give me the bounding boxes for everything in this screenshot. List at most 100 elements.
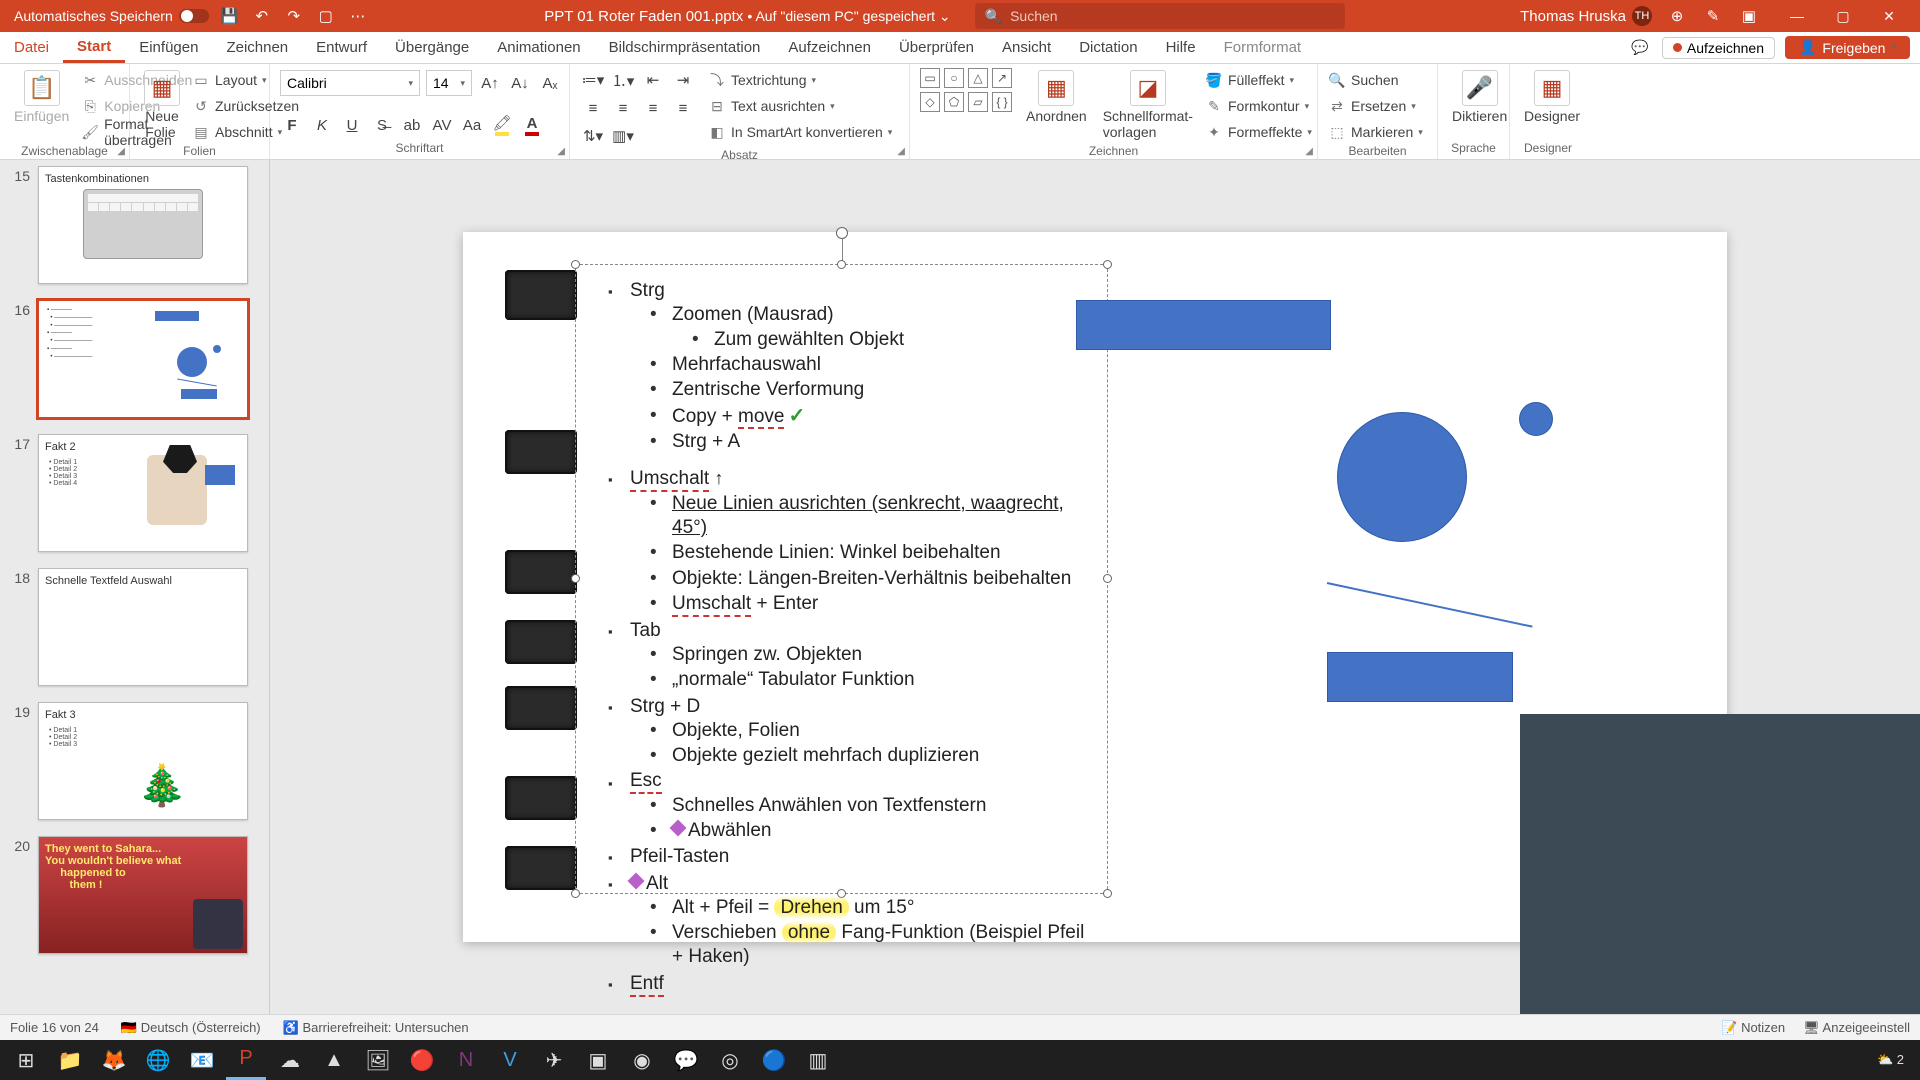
redo-icon[interactable]: ↷ bbox=[283, 5, 305, 27]
bullets-button[interactable]: ≔▾ bbox=[580, 68, 606, 92]
quick-styles-button[interactable]: ◪Schnellformat- vorlagen bbox=[1099, 68, 1197, 142]
resize-handle[interactable] bbox=[571, 574, 580, 583]
menu-entwurf[interactable]: Entwurf bbox=[302, 32, 381, 63]
firefox-icon[interactable]: 🦊 bbox=[94, 1040, 134, 1080]
menu-einfuegen[interactable]: Einfügen bbox=[125, 32, 212, 63]
menu-zeichnen[interactable]: Zeichnen bbox=[212, 32, 302, 63]
status-slide-count[interactable]: Folie 16 von 24 bbox=[10, 1020, 99, 1035]
app-icon[interactable]: 💬 bbox=[666, 1040, 706, 1080]
textbox-selection[interactable]: Strg Zoomen (Mausrad) Zum gewählten Obje… bbox=[575, 264, 1108, 894]
onenote-icon[interactable]: N bbox=[446, 1040, 486, 1080]
menu-start[interactable]: Start bbox=[63, 32, 125, 63]
font-color-button[interactable]: A bbox=[520, 113, 544, 137]
user-account[interactable]: Thomas Hruska TH bbox=[1520, 6, 1652, 26]
pen-icon[interactable]: ✎ bbox=[1702, 5, 1724, 27]
thumb-18[interactable]: 18 Schnelle Textfeld Auswahl bbox=[0, 562, 269, 696]
italic-button[interactable]: K bbox=[310, 113, 334, 137]
outlook-icon[interactable]: 📧 bbox=[182, 1040, 222, 1080]
app-icon[interactable]: ▥ bbox=[798, 1040, 838, 1080]
shape-rectangle-1[interactable] bbox=[1076, 300, 1331, 350]
rotate-handle[interactable] bbox=[836, 227, 848, 239]
resize-handle[interactable] bbox=[837, 260, 846, 269]
indent-dec-button[interactable]: ⇤ bbox=[640, 68, 666, 92]
slide-canvas[interactable]: Strg Zoomen (Mausrad) Zum gewählten Obje… bbox=[270, 160, 1920, 1014]
resize-handle[interactable] bbox=[1103, 260, 1112, 269]
org-icon[interactable]: ⊕ bbox=[1666, 5, 1688, 27]
maximize-button[interactable]: ▢ bbox=[1820, 0, 1866, 32]
columns-button[interactable]: ▥▾ bbox=[610, 124, 636, 148]
resize-handle[interactable] bbox=[571, 260, 580, 269]
effects-button[interactable]: ✦Formeffekte▾ bbox=[1205, 120, 1312, 144]
align-text-button[interactable]: ⊟Text ausrichten▾ bbox=[708, 94, 892, 118]
case-button[interactable]: Aa bbox=[460, 113, 484, 137]
app-icon[interactable]: 🖼 bbox=[358, 1040, 398, 1080]
shape-circle-large[interactable] bbox=[1337, 412, 1467, 542]
numbering-button[interactable]: ⒈▾ bbox=[610, 68, 636, 92]
thumb-16[interactable]: 16 ▪ ───── • ───────── • ─────────▪ ────… bbox=[0, 294, 269, 428]
outline-button[interactable]: ✎Formkontur▾ bbox=[1205, 94, 1312, 118]
new-slide-button[interactable]: ▦Neue Folie bbox=[140, 68, 184, 142]
chrome-icon[interactable]: 🌐 bbox=[138, 1040, 178, 1080]
justify-button[interactable]: ≡ bbox=[670, 96, 696, 120]
menu-datei[interactable]: Datei bbox=[0, 32, 63, 63]
app-icon[interactable]: ▣ bbox=[578, 1040, 618, 1080]
menu-ueberpruefen[interactable]: Überprüfen bbox=[885, 32, 988, 63]
shape-rectangle-2[interactable] bbox=[1327, 652, 1513, 702]
align-right-button[interactable]: ≡ bbox=[640, 96, 666, 120]
indent-inc-button[interactable]: ⇥ bbox=[670, 68, 696, 92]
vscode-icon[interactable]: V bbox=[490, 1040, 530, 1080]
thumb-17[interactable]: 17 Fakt 2 • Detail 1• Detail 2• Detail 3… bbox=[0, 428, 269, 562]
minimize-button[interactable]: — bbox=[1774, 0, 1820, 32]
textbox-content[interactable]: Strg Zoomen (Mausrad) Zum gewählten Obje… bbox=[576, 265, 1107, 1009]
designer-button[interactable]: ▦Designer bbox=[1520, 68, 1584, 126]
spacing-button[interactable]: AV bbox=[430, 113, 454, 137]
explorer-icon[interactable]: 📁 bbox=[50, 1040, 90, 1080]
save-location[interactable]: • Auf "diesem PC" gespeichert ⌄ bbox=[747, 8, 950, 24]
save-icon[interactable]: 💾 bbox=[219, 5, 241, 27]
font-size-select[interactable]: 14▾ bbox=[426, 70, 472, 96]
menu-ansicht[interactable]: Ansicht bbox=[988, 32, 1065, 63]
arrange-button[interactable]: ▦Anordnen bbox=[1022, 68, 1091, 126]
status-accessibility[interactable]: ♿ Barrierefreiheit: Untersuchen bbox=[283, 1020, 469, 1036]
highlight-button[interactable]: 🖍 bbox=[490, 113, 514, 137]
app-icon[interactable]: 🔴 bbox=[402, 1040, 442, 1080]
status-notes[interactable]: 📝 Notizen bbox=[1721, 1020, 1785, 1036]
text-direction-button[interactable]: ⤵Textrichtung▾ bbox=[708, 68, 892, 92]
more-icon[interactable]: ⋯ bbox=[347, 5, 369, 27]
align-left-button[interactable]: ≡ bbox=[580, 96, 606, 120]
app-icon[interactable]: ☁ bbox=[270, 1040, 310, 1080]
menu-hilfe[interactable]: Hilfe bbox=[1152, 32, 1210, 63]
font-name-select[interactable]: Calibri▾ bbox=[280, 70, 420, 96]
app-icon[interactable]: ◉ bbox=[622, 1040, 662, 1080]
telegram-icon[interactable]: ✈ bbox=[534, 1040, 574, 1080]
status-language[interactable]: 🇩🇪 Deutsch (Österreich) bbox=[121, 1020, 261, 1036]
share-button[interactable]: 👤Freigeben▾ bbox=[1785, 36, 1910, 59]
linespacing-button[interactable]: ⇅▾ bbox=[580, 124, 606, 148]
smartart-button[interactable]: ◧In SmartArt konvertieren▾ bbox=[708, 120, 892, 144]
powerpoint-icon[interactable]: P bbox=[226, 1040, 266, 1080]
thumb-19[interactable]: 19 Fakt 3 • Detail 1• Detail 2• Detail 3… bbox=[0, 696, 269, 830]
thumb-20[interactable]: 20 They went to Sahara...You wouldn't be… bbox=[0, 830, 269, 964]
record-button[interactable]: Aufzeichnen bbox=[1662, 37, 1775, 59]
strike-button[interactable]: S̶ bbox=[370, 113, 394, 137]
align-center-button[interactable]: ≡ bbox=[610, 96, 636, 120]
close-button[interactable]: ✕ bbox=[1866, 0, 1912, 32]
menu-animationen[interactable]: Animationen bbox=[483, 32, 594, 63]
window-icon[interactable]: ▣ bbox=[1738, 5, 1760, 27]
menu-uebergaenge[interactable]: Übergänge bbox=[381, 32, 483, 63]
dictate-button[interactable]: 🎤Diktieren bbox=[1448, 68, 1511, 126]
menu-aufzeichnen[interactable]: Aufzeichnen bbox=[774, 32, 885, 63]
shapes-gallery[interactable]: ▭○△↗ ◇⬠▱{ } bbox=[920, 68, 1014, 114]
slide-thumbnails[interactable]: 15 Tastenkombinationen 16 ▪ ───── • ────… bbox=[0, 160, 270, 1014]
thumb-15[interactable]: 15 Tastenkombinationen bbox=[0, 160, 269, 294]
grow-font-icon[interactable]: A↑ bbox=[478, 71, 502, 95]
shrink-font-icon[interactable]: A↓ bbox=[508, 71, 532, 95]
select-button[interactable]: ⬚Markieren▾ bbox=[1328, 120, 1423, 144]
replace-button[interactable]: ⇄Ersetzen▾ bbox=[1328, 94, 1423, 118]
search-box[interactable]: 🔍 Suchen bbox=[975, 3, 1345, 29]
app-icon[interactable]: 🔵 bbox=[754, 1040, 794, 1080]
resize-handle[interactable] bbox=[571, 889, 580, 898]
shape-line[interactable] bbox=[1327, 582, 1533, 628]
vlc-icon[interactable]: ▲ bbox=[314, 1040, 354, 1080]
fill-button[interactable]: 🪣Fülleffekt▾ bbox=[1205, 68, 1312, 92]
